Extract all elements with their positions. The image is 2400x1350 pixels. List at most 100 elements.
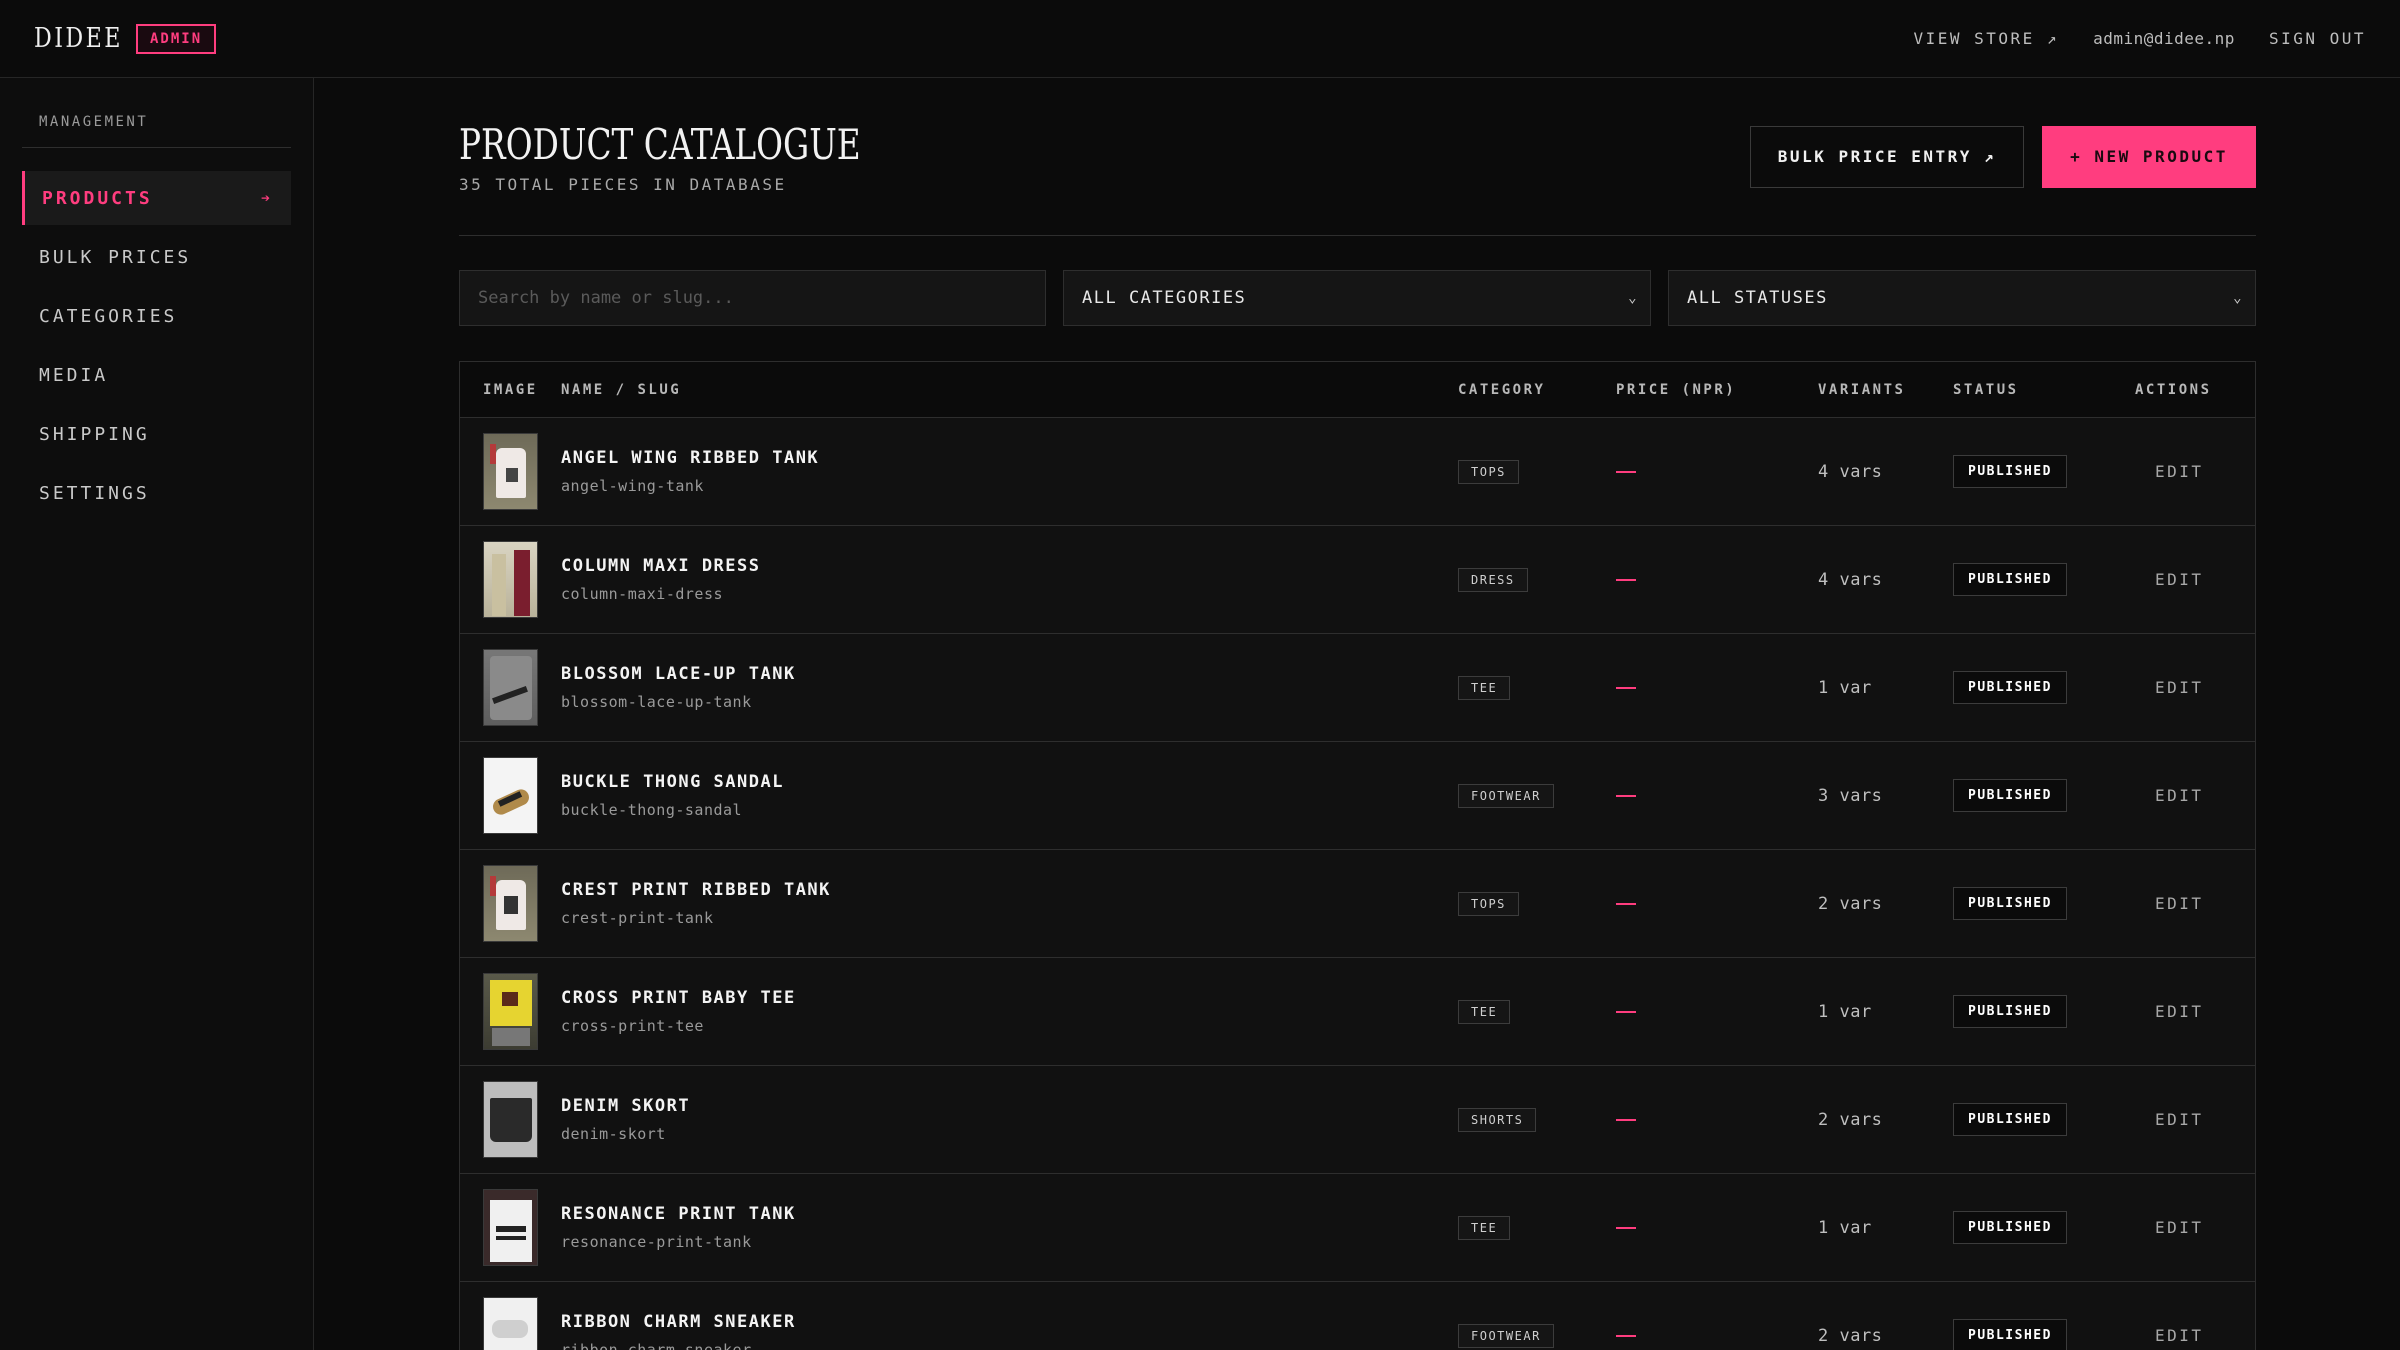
product-name[interactable]: COLUMN MAXI DRESS [561,556,1458,576]
product-thumbnail[interactable] [483,1297,538,1350]
product-name[interactable]: CROSS PRINT BABY TEE [561,988,1458,1008]
edit-button[interactable]: EDIT [2135,678,2255,697]
product-name[interactable]: RESONANCE PRINT TANK [561,1204,1458,1224]
empty-price-dash [1616,470,1636,473]
product-thumbnail[interactable] [483,433,538,510]
empty-price-dash [1616,686,1636,689]
sidebar-item-bulk-prices[interactable]: BULK PRICES [22,230,291,284]
category-badge: TEE [1458,999,1511,1024]
status-select[interactable]: ALL STATUSES ⌄ [1668,270,2256,326]
sidebar-item-categories[interactable]: CATEGORIES [22,289,291,343]
product-name[interactable]: BUCKLE THONG SANDAL [561,772,1458,792]
header-actions: BULK PRICE ENTRY ↗ + NEW PRODUCT [1750,125,2256,188]
product-name[interactable]: ANGEL WING RIBBED TANK [561,448,1458,468]
sidebar-item-label: CATEGORIES [39,305,178,327]
empty-price-dash [1616,1118,1636,1121]
table-row: ANGEL WING RIBBED TANK angel-wing-tank T… [460,418,2255,526]
brand-logo[interactable]: DIDEE [34,23,120,54]
user-email: admin@didee.np [2093,29,2235,48]
table-row: CROSS PRINT BABY TEE cross-print-tee TEE… [460,958,2255,1066]
product-thumbnail[interactable] [483,757,538,834]
product-thumbnail[interactable] [483,1189,538,1266]
category-badge: FOOTWEAR [1458,1323,1554,1348]
main-content: PRODUCT CATALOGUE 35 TOTAL PIECES IN DAT… [459,78,2256,1350]
table-row: BUCKLE THONG SANDAL buckle-thong-sandal … [460,742,2255,850]
product-slug: ribbon-charm-sneaker [561,1341,752,1350]
admin-badge: ADMIN [136,23,217,54]
page-heading-block: PRODUCT CATALOGUE 35 TOTAL PIECES IN DAT… [459,120,974,194]
product-slug: angel-wing-tank [561,477,704,495]
search-input[interactable]: Search by name or slug... [459,270,1046,326]
chevron-down-icon: ⌄ [1628,290,1638,306]
sidebar-item-media[interactable]: MEDIA [22,348,291,402]
edit-button[interactable]: EDIT [2135,1326,2255,1345]
sidebar-item-label: BULK PRICES [39,246,192,268]
product-name[interactable]: DENIM SKORT [561,1096,1458,1116]
edit-button[interactable]: EDIT [2135,786,2255,805]
column-header-actions: ACTIONS [2135,381,2212,398]
top-bar: DIDEE ADMIN VIEW STORE ↗ admin@didee.np … [0,0,2400,78]
bulk-price-entry-button[interactable]: BULK PRICE ENTRY ↗ [1750,125,2024,188]
table-row: RESONANCE PRINT TANK resonance-print-tan… [460,1174,2255,1282]
category-badge: TOPS [1458,459,1519,484]
sidebar-item-label: SHIPPING [39,423,150,445]
sidebar-item-shipping[interactable]: SHIPPING [22,407,291,461]
table-row: RIBBON CHARM SNEAKER ribbon-charm-sneake… [460,1282,2255,1350]
page-title: PRODUCT CATALOGUE [459,119,861,169]
status-badge: PUBLISHED [1953,1103,2067,1136]
edit-button[interactable]: EDIT [2135,1110,2255,1129]
category-badge: DRESS [1458,567,1528,592]
product-slug: resonance-print-tank [561,1233,752,1251]
product-slug: column-maxi-dress [561,585,724,603]
table-row: BLOSSOM LACE-UP TANK blossom-lace-up-tan… [460,634,2255,742]
table-row: CREST PRINT RIBBED TANK crest-print-tank… [460,850,2255,958]
status-badge: PUBLISHED [1953,563,2067,596]
filter-bar: Search by name or slug... ALL CATEGORIES… [459,270,2256,326]
empty-price-dash [1616,1226,1636,1229]
status-badge: PUBLISHED [1953,455,2067,488]
product-slug: buckle-thong-sandal [561,801,743,819]
page-subtitle: 35 TOTAL PIECES IN DATABASE [459,174,787,194]
empty-price-dash [1616,794,1636,797]
product-thumbnail[interactable] [483,649,538,726]
status-badge: PUBLISHED [1953,887,2067,920]
status-badge: PUBLISHED [1953,1319,2067,1350]
variant-count: 3 vars [1818,785,1883,806]
table-row: DENIM SKORT denim-skort SHORTS 2 vars PU… [460,1066,2255,1174]
new-product-button[interactable]: + NEW PRODUCT [2042,125,2256,188]
category-badge: TOPS [1458,891,1519,916]
product-thumbnail[interactable] [483,1081,538,1158]
edit-button[interactable]: EDIT [2135,1218,2255,1237]
edit-button[interactable]: EDIT [2135,1002,2255,1021]
product-thumbnail[interactable] [483,973,538,1050]
product-name[interactable]: CREST PRINT RIBBED TANK [561,880,1458,900]
column-header-image: IMAGE [483,381,538,398]
products-table: IMAGE NAME / SLUG CATEGORY PRICE (NPR) V… [459,361,2256,1350]
status-badge: PUBLISHED [1953,995,2067,1028]
view-store-link[interactable]: VIEW STORE ↗ [1913,29,2059,48]
sidebar-item-settings[interactable]: SETTINGS [22,466,291,520]
product-thumbnail[interactable] [483,865,538,942]
sidebar-item-products[interactable]: PRODUCTS ➔ [22,171,291,225]
sidebar-item-label: SETTINGS [39,482,150,504]
status-badge: PUBLISHED [1953,779,2067,812]
edit-button[interactable]: EDIT [2135,462,2255,481]
product-slug: denim-skort [561,1125,666,1143]
sidebar: MANAGEMENT PRODUCTS ➔ BULK PRICES CATEGO… [0,78,314,1350]
product-slug: blossom-lace-up-tank [561,693,752,711]
empty-price-dash [1616,578,1636,581]
edit-button[interactable]: EDIT [2135,894,2255,913]
sign-out-link[interactable]: SIGN OUT [2269,29,2366,48]
category-badge: TEE [1458,1215,1511,1240]
category-select[interactable]: ALL CATEGORIES ⌄ [1063,270,1651,326]
product-name[interactable]: RIBBON CHARM SNEAKER [561,1312,1458,1332]
product-slug: crest-print-tank [561,909,714,927]
arrow-right-icon: ➔ [260,189,273,207]
sidebar-item-label: MEDIA [39,364,109,386]
status-badge: PUBLISHED [1953,671,2067,704]
column-header-variants: VARIANTS [1818,381,1906,398]
edit-button[interactable]: EDIT [2135,570,2255,589]
product-name[interactable]: BLOSSOM LACE-UP TANK [561,664,1458,684]
product-thumbnail[interactable] [483,541,538,618]
variant-count: 4 vars [1818,461,1883,482]
